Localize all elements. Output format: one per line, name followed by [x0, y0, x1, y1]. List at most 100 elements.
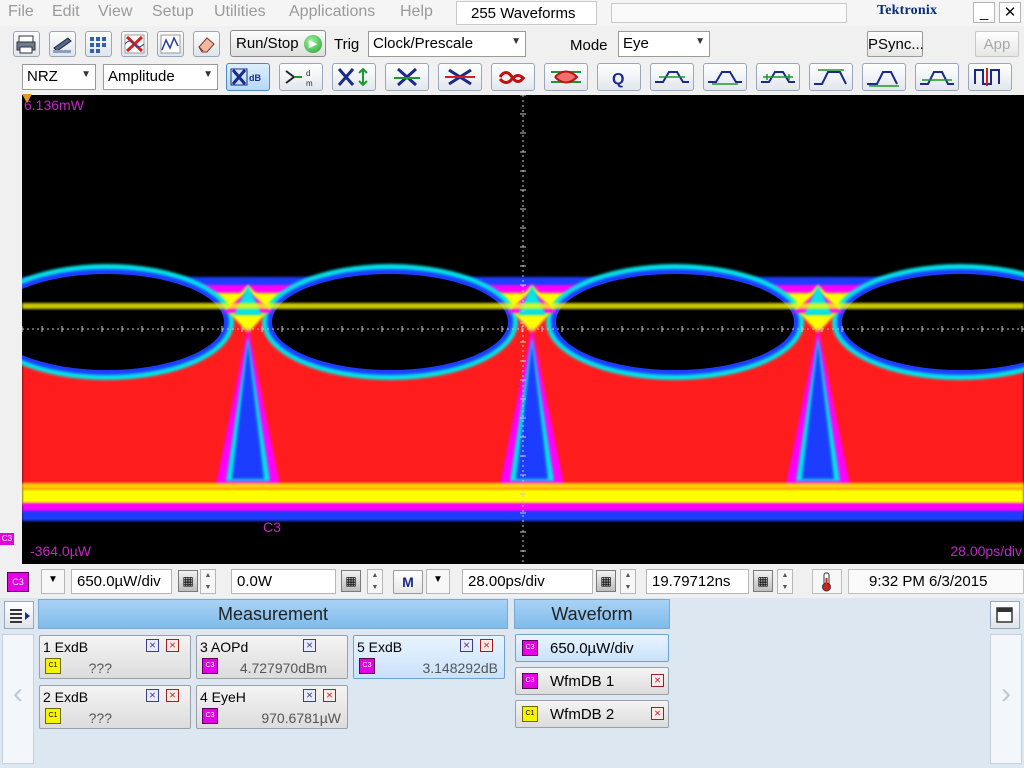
menu-help[interactable]: Help: [400, 3, 433, 21]
scanner-icon[interactable]: [49, 31, 76, 57]
eye-crossing-icon[interactable]: [438, 63, 482, 91]
q-factor-icon[interactable]: Q: [597, 63, 641, 91]
chevron-down-icon: ▼: [695, 36, 705, 47]
horizontal-scale-field[interactable]: 28.00ps/div: [462, 569, 593, 594]
low-icon[interactable]: [862, 63, 906, 91]
source-chip: C3: [522, 640, 538, 656]
high-icon[interactable]: [809, 63, 853, 91]
measure-delete-icon[interactable]: ⨯: [323, 689, 336, 702]
measurement-tile-1[interactable]: 1 ExdB ⨯ ⨯ C1 ???: [39, 635, 191, 679]
print-icon[interactable]: [13, 31, 40, 57]
date-time-display: 9:32 PM 6/3/2015: [848, 569, 1024, 594]
pulse-icon[interactable]: [756, 63, 800, 91]
measurement-value: 3.148292dB: [422, 660, 498, 676]
status-bar: C3 ▼ 650.0µW/div ▦ ▲ ▼ 0.0W ▦ ▲ ▼ M ▼ 28.0…: [0, 566, 1024, 598]
channel-chip[interactable]: C3: [7, 572, 29, 592]
scroll-left-button[interactable]: ‹: [2, 634, 34, 764]
offset-spinner[interactable]: ▲ ▼: [367, 569, 383, 594]
measurement-header[interactable]: Measurement: [38, 599, 508, 629]
menu-edit[interactable]: Edit: [52, 3, 80, 21]
measure-delete-icon[interactable]: ⨯: [166, 689, 179, 702]
minimize-button[interactable]: _: [973, 2, 995, 23]
mode-dropdown[interactable]: Eye ▼: [618, 31, 710, 57]
eye-opening: [272, 274, 508, 370]
waveform-header[interactable]: Waveform: [514, 599, 670, 629]
measure-type-dropdown[interactable]: Amplitude ▼: [103, 64, 218, 90]
vertical-scale-field[interactable]: 650.0µW/div: [71, 569, 172, 594]
calculator-icon[interactable]: ▦: [341, 570, 361, 592]
menu-applications[interactable]: Applications: [289, 3, 375, 21]
offset-field[interactable]: 0.0W: [231, 569, 336, 594]
measure-icon[interactable]: [85, 31, 112, 57]
measure-config-icon[interactable]: ⨯: [146, 639, 159, 652]
extinction-ratio-db-icon[interactable]: dB: [226, 63, 270, 91]
measurement-tile-5[interactable]: 5 ExdB ⨯ ⨯ C3 3.148292dB: [353, 635, 505, 679]
rise-icon[interactable]: [650, 63, 694, 91]
app-button[interactable]: App: [975, 31, 1019, 57]
calculator-icon[interactable]: ▦: [753, 570, 773, 592]
window-icon[interactable]: [990, 601, 1020, 629]
trigger-marker-icon[interactable]: [22, 94, 32, 103]
jitter-icon[interactable]: [491, 63, 535, 91]
fall-icon[interactable]: [703, 63, 747, 91]
clear-icon[interactable]: [121, 31, 148, 57]
signal-type-dropdown[interactable]: NRZ ▼: [22, 64, 96, 90]
measure-config-icon[interactable]: ⨯: [146, 689, 159, 702]
waveform-label: 650.0µW/div: [550, 640, 634, 657]
crossing-meas-icon[interactable]: dm: [279, 63, 323, 91]
eye-height-icon[interactable]: [332, 63, 376, 91]
measurement-tile-2[interactable]: 2 ExdB ⨯ ⨯ C1 ???: [39, 685, 191, 729]
eye-diagram-display[interactable]: 6.136mW -364.0µW C3 28.00ps/div: [22, 95, 1024, 564]
play-icon: ▶: [304, 35, 322, 53]
math-dropdown[interactable]: ▼: [426, 569, 450, 594]
waveform-tile-1[interactable]: C3 650.0µW/div: [515, 634, 669, 662]
trig-dropdown[interactable]: Clock/Prescale ▼: [368, 31, 526, 57]
measure-config-icon[interactable]: ⨯: [460, 639, 473, 652]
measure-config-icon[interactable]: ⨯: [303, 639, 316, 652]
eraser-icon[interactable]: [193, 31, 220, 57]
vertical-scale-spinner[interactable]: ▲ ▼: [200, 569, 216, 594]
eye-width-icon[interactable]: [385, 63, 429, 91]
bit-icon[interactable]: [968, 63, 1012, 91]
measure-config-icon[interactable]: ⨯: [303, 689, 316, 702]
waveform-delete-icon[interactable]: ⨯: [651, 674, 664, 687]
panel-menu-icon[interactable]: [4, 601, 34, 629]
horizontal-scale-spinner[interactable]: ▲ ▼: [620, 569, 636, 594]
menu-view[interactable]: View: [98, 3, 132, 21]
run-stop-label: Run/Stop: [236, 35, 299, 52]
menu-utilities[interactable]: Utilities: [214, 3, 266, 21]
measurement-tile-3[interactable]: 3 AOPd ⨯ C3 4.727970dBm: [196, 635, 348, 679]
position-field[interactable]: 19.79712ns: [646, 569, 749, 594]
autoset-icon[interactable]: [157, 31, 184, 57]
measure-delete-icon[interactable]: ⨯: [166, 639, 179, 652]
math-button[interactable]: M: [393, 570, 423, 594]
source-chip: C1: [45, 658, 61, 674]
run-stop-button[interactable]: Run/Stop ▶: [230, 30, 326, 57]
position-spinner[interactable]: ▲ ▼: [777, 569, 793, 594]
noise-icon[interactable]: [544, 63, 588, 91]
chevron-down-icon: ▼: [81, 69, 91, 80]
waveform-tile-2[interactable]: C3 WfmDB 1 ⨯: [515, 667, 669, 695]
waveform-count: 255 Waveforms: [456, 1, 597, 25]
waveform-label: WfmDB 2: [550, 706, 615, 723]
measurement-name: 3 AOPd: [200, 639, 249, 655]
chevron-down-icon: ▼: [433, 574, 443, 585]
close-button[interactable]: ✕: [999, 2, 1021, 23]
calculator-icon[interactable]: ▦: [596, 570, 616, 592]
eye-trace: [22, 264, 1024, 521]
channel-select-dropdown[interactable]: ▼: [41, 569, 65, 594]
menu-setup[interactable]: Setup: [152, 3, 194, 21]
waveform-delete-icon[interactable]: ⨯: [651, 707, 664, 720]
measure-delete-icon[interactable]: ⨯: [480, 639, 493, 652]
tektronix-logo: Tektronix: [877, 3, 938, 18]
scroll-right-button[interactable]: ›: [990, 634, 1022, 764]
cross-icon[interactable]: [915, 63, 959, 91]
measurement-tile-4[interactable]: 4 EyeH ⨯ ⨯ C3 970.6781µW: [196, 685, 348, 729]
psync-button[interactable]: PSync...: [867, 31, 924, 57]
menu-file[interactable]: File: [8, 3, 34, 21]
temperature-icon[interactable]: [812, 569, 842, 594]
calculator-icon[interactable]: ▦: [178, 570, 198, 592]
source-chip: C1: [45, 708, 61, 724]
waveform-tile-3[interactable]: C1 WfmDB 2 ⨯: [515, 700, 669, 728]
channel-ground-marker-icon[interactable]: C3: [0, 533, 14, 545]
